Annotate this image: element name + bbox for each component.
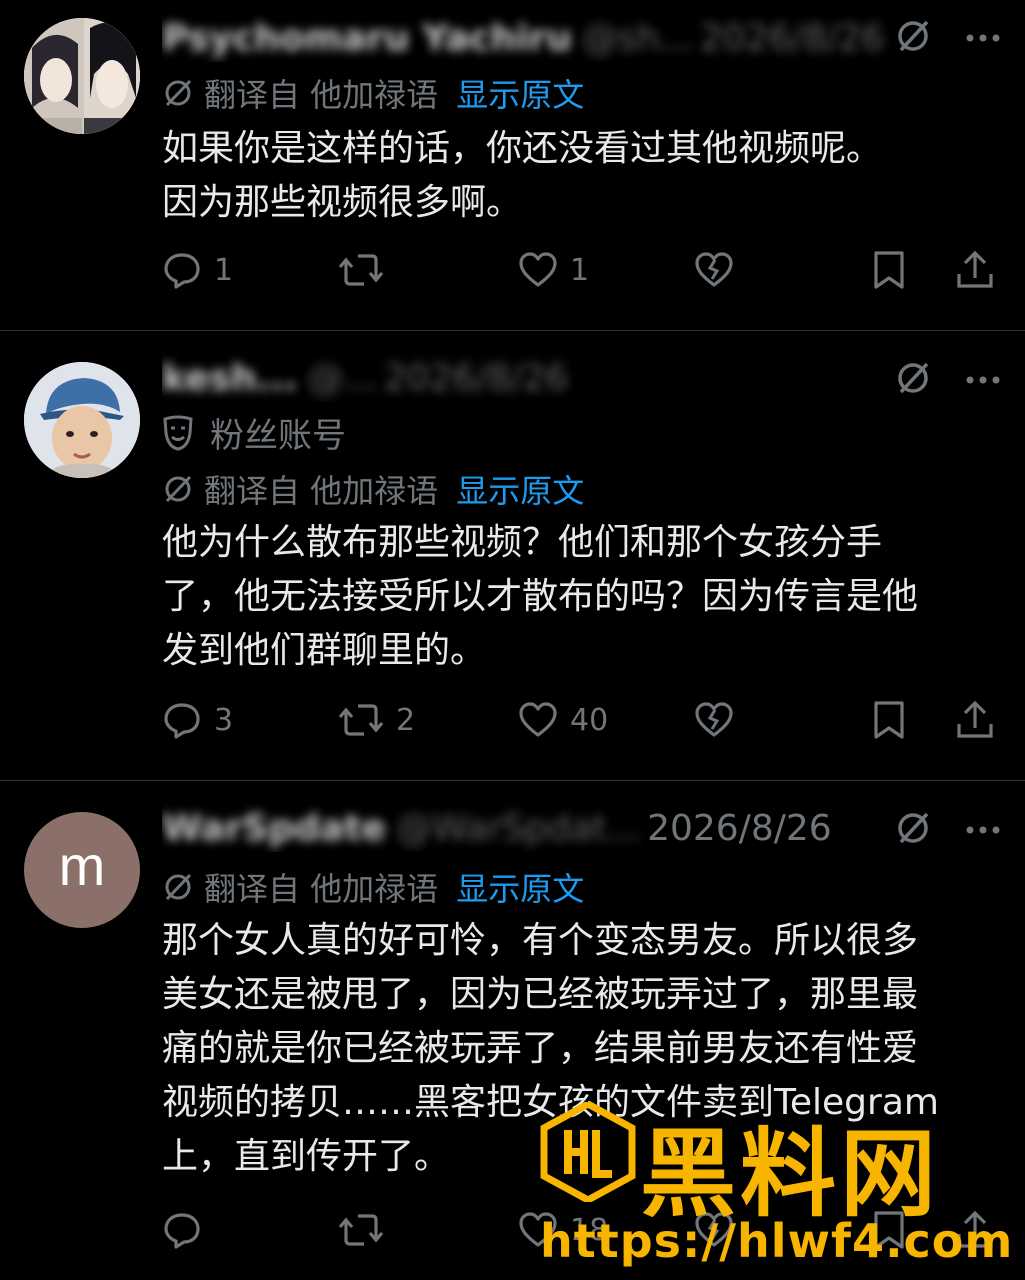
watermark: 黑料网 https://hlwf4.com bbox=[540, 1102, 1014, 1272]
repost-button[interactable]: 2 bbox=[338, 700, 415, 740]
author-name[interactable]: WarSpdate bbox=[162, 808, 386, 849]
translation-label: 翻译自 他加禄语 bbox=[204, 870, 439, 908]
heart-icon bbox=[519, 702, 557, 737]
post-date[interactable]: 2026/8/26 bbox=[647, 808, 832, 849]
reply-button[interactable]: 1 bbox=[162, 250, 233, 290]
translation-label: 翻译自 他加禄语 bbox=[204, 472, 439, 510]
repost-button[interactable] bbox=[338, 1210, 396, 1250]
author-handle[interactable]: @sh... bbox=[582, 18, 694, 59]
header-actions bbox=[895, 360, 1001, 400]
broken-heart-icon bbox=[695, 702, 733, 737]
grok-icon[interactable] bbox=[895, 18, 931, 58]
dislike-button[interactable] bbox=[694, 250, 734, 290]
post-date[interactable]: 2026/8/26 bbox=[700, 18, 885, 59]
badge-label: 粉丝账号 bbox=[210, 416, 346, 456]
author-handle[interactable]: @WarSpdat... bbox=[396, 808, 641, 849]
translate-icon bbox=[165, 873, 192, 901]
share-button[interactable] bbox=[956, 700, 994, 740]
more-options-icon[interactable] bbox=[965, 29, 1001, 48]
translation-notice: 翻译自 他加禄语 显示原文 bbox=[162, 466, 584, 512]
reply-button[interactable]: 3 bbox=[162, 700, 233, 740]
reply-post[interactable]: Psychomaru Yachiru @sh... 2026/8/26 翻译自 … bbox=[0, 0, 1025, 331]
share-button[interactable] bbox=[956, 250, 994, 290]
grok-icon[interactable] bbox=[895, 810, 931, 850]
author-name[interactable]: Psychomaru Yachiru bbox=[162, 18, 572, 59]
repost-icon bbox=[338, 704, 384, 736]
translation-notice: 翻译自 他加禄语 显示原文 bbox=[162, 70, 584, 116]
watermark-logo-icon bbox=[540, 1102, 636, 1202]
grok-icon[interactable] bbox=[895, 360, 931, 400]
bookmark-button[interactable] bbox=[872, 250, 906, 290]
reply-post[interactable]: kesh... @... 2026/8/26 粉丝账号 翻译自 他加禄语 显示原… bbox=[0, 330, 1025, 781]
reply-feed: Psychomaru Yachiru @sh... 2026/8/26 翻译自 … bbox=[0, 0, 1025, 1280]
show-original-link[interactable]: 显示原文 bbox=[456, 70, 584, 116]
post-date[interactable]: 2026/8/26 bbox=[384, 358, 569, 399]
repost-button[interactable] bbox=[338, 250, 396, 290]
translation-label: 翻译自 他加禄语 bbox=[204, 76, 439, 114]
reply-icon bbox=[164, 253, 200, 289]
header-actions bbox=[895, 810, 1001, 850]
repost-count: 2 bbox=[396, 702, 416, 738]
post-header: kesh... @... 2026/8/26 bbox=[162, 354, 1001, 402]
reply-button[interactable] bbox=[162, 1210, 214, 1250]
post-body: 他为什么散布那些视频？他们和那个女孩分手 了，他无法接受所以才散布的吗？因为传言… bbox=[162, 522, 919, 671]
like-count: 40 bbox=[570, 702, 609, 738]
translate-icon bbox=[165, 79, 192, 107]
action-bar: 1 1 bbox=[162, 246, 1001, 294]
avatar[interactable]: m bbox=[24, 812, 140, 928]
show-original-link[interactable]: 显示原文 bbox=[456, 864, 584, 910]
avatar-letter: m bbox=[58, 833, 106, 897]
like-button[interactable]: 1 bbox=[518, 250, 589, 290]
post-body: 如果你是这样的话，你还没看过其他视频呢。 因为那些视频很多啊。 bbox=[162, 128, 883, 223]
theater-mask-icon bbox=[163, 415, 193, 451]
repost-icon bbox=[338, 1214, 384, 1246]
reply-count: 1 bbox=[214, 252, 234, 288]
bookmark-icon bbox=[874, 701, 904, 739]
header-actions bbox=[895, 18, 1001, 58]
bookmark-icon bbox=[874, 251, 904, 289]
reply-count: 3 bbox=[214, 702, 234, 738]
more-options-icon[interactable] bbox=[965, 371, 1001, 390]
translate-icon bbox=[165, 475, 192, 503]
author-handle[interactable]: @... bbox=[307, 358, 377, 399]
post-header: Psychomaru Yachiru @sh... 2026/8/26 bbox=[162, 14, 1001, 62]
avatar[interactable] bbox=[24, 18, 140, 134]
more-options-icon[interactable] bbox=[965, 821, 1001, 840]
watermark-url: https://hlwf4.com bbox=[540, 1214, 1014, 1268]
share-icon bbox=[957, 250, 993, 288]
translation-notice: 翻译自 他加禄语 显示原文 bbox=[162, 864, 584, 910]
avatar[interactable] bbox=[24, 362, 140, 478]
heart-icon bbox=[519, 252, 557, 287]
dislike-button[interactable] bbox=[694, 700, 734, 740]
author-name[interactable]: kesh... bbox=[162, 358, 297, 399]
show-original-link[interactable]: 显示原文 bbox=[456, 466, 584, 512]
like-button[interactable]: 40 bbox=[518, 700, 608, 740]
reply-icon bbox=[164, 1213, 200, 1249]
bookmark-button[interactable] bbox=[872, 700, 906, 740]
repost-icon bbox=[338, 254, 384, 286]
broken-heart-icon bbox=[695, 252, 733, 287]
post-header: WarSpdate @WarSpdat... 2026/8/26 bbox=[162, 804, 1001, 852]
share-icon bbox=[957, 700, 993, 738]
fan-account-badge: 粉丝账号 bbox=[162, 408, 346, 457]
reply-icon bbox=[164, 703, 200, 739]
like-count: 1 bbox=[570, 252, 590, 288]
action-bar: 3 2 40 bbox=[162, 696, 1001, 744]
